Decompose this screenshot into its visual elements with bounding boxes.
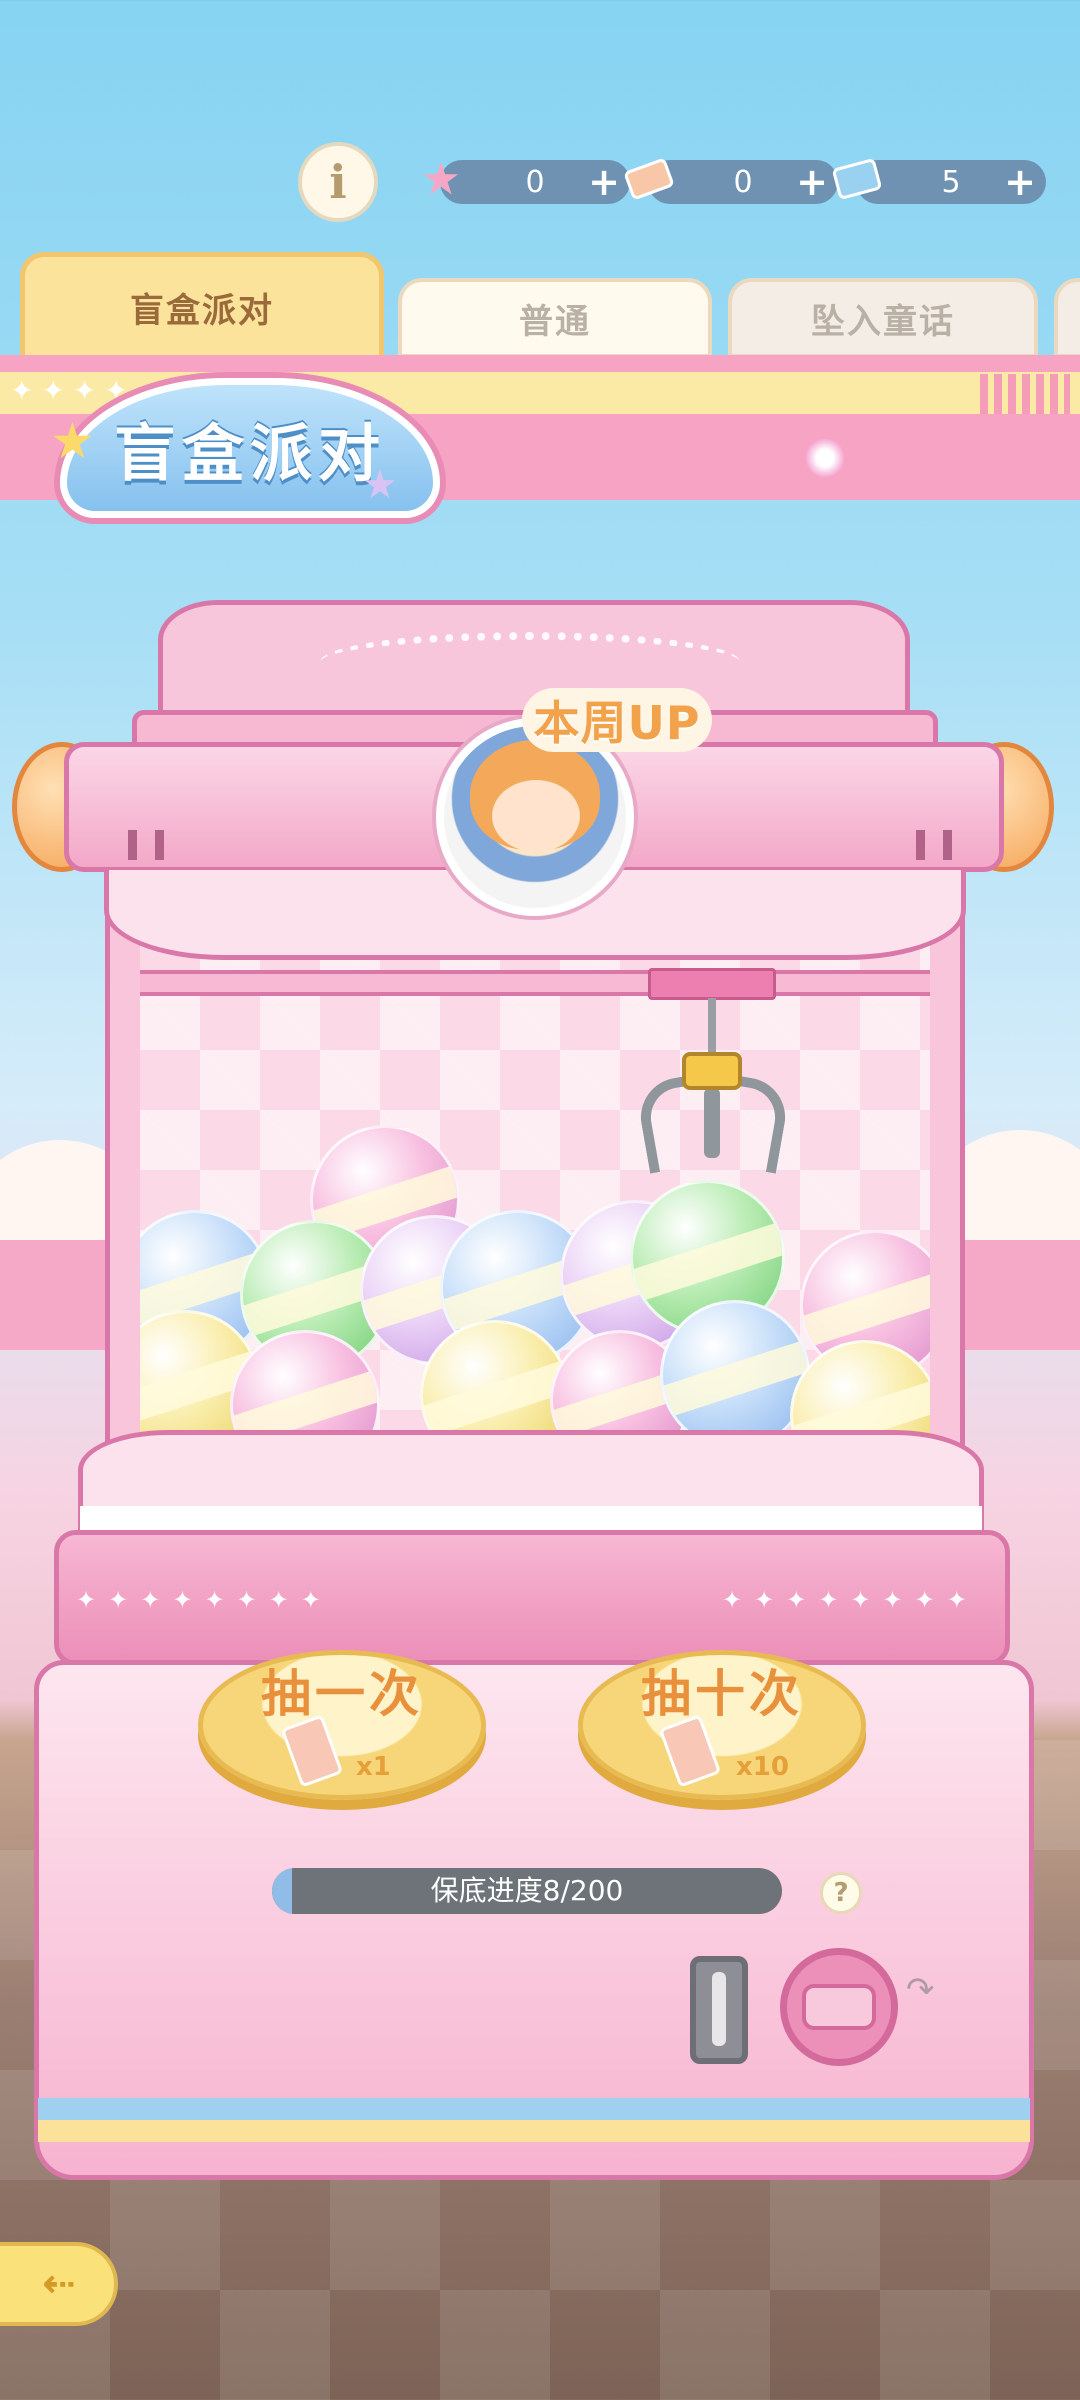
band-stars-decor: ✦✦✦✦✦✦✦✦ (76, 1586, 333, 1614)
pause-icon (916, 830, 952, 860)
draw-ten-cost: x10 (736, 1752, 789, 1782)
currency-amount: 5 (941, 164, 961, 200)
info-icon: i (329, 155, 347, 209)
counter-trim (80, 1506, 982, 1532)
banner-stripes-decor (980, 374, 1070, 414)
pink-ticket-icon (620, 150, 678, 208)
star-gem-icon: ★ (421, 153, 461, 205)
star-icon: ★ (50, 412, 95, 470)
tab-normal[interactable]: 普通 (398, 278, 712, 358)
band-stars-decor: ✦✦✦✦✦✦✦✦ (722, 1586, 979, 1614)
featured-character-face (492, 780, 580, 852)
coin-slot-opening (712, 1972, 726, 2046)
back-button[interactable]: ⇠ (0, 2242, 118, 2326)
back-arrow-icon: ⇠ (42, 2261, 76, 2307)
capsule-ball (660, 1300, 810, 1440)
pause-icon (128, 830, 164, 860)
tab-blind-box-party[interactable]: 盲盒派对 (20, 252, 384, 362)
weekly-up-badge: 本周UP (522, 688, 712, 752)
draw-once-cost: x1 (356, 1752, 391, 1782)
draw-ten-label[interactable]: 抽十次 (578, 1654, 866, 1723)
info-button[interactable]: i (298, 142, 378, 222)
tab-fall-into-fairytale[interactable]: 坠入童话 (728, 278, 1038, 358)
draw-once-label[interactable]: 抽一次 (198, 1654, 486, 1723)
base-stripe (38, 2120, 1030, 2142)
claw-arm-middle (704, 1088, 720, 1158)
currency-blue-card: 5 + (831, 157, 1046, 204)
rotate-arrow-icon: ↷ (906, 1970, 935, 2010)
star-icon: ★ (362, 462, 398, 508)
base-stripe (38, 2098, 1030, 2120)
currency-amount: 0 (525, 164, 545, 200)
crown-dots-decor (320, 632, 740, 692)
add-blue-card-button[interactable]: + (1004, 160, 1036, 204)
capsule-window (140, 930, 930, 1440)
add-pink-ticket-button[interactable]: + (796, 160, 828, 204)
add-star-gem-button[interactable]: + (588, 160, 620, 204)
currency-amount: 0 (733, 164, 753, 200)
blue-card-icon (828, 150, 886, 208)
claw-icon (682, 1052, 742, 1090)
claw-carriage (648, 968, 776, 1000)
pity-progress-text: 保底进度8/200 (430, 1874, 624, 1907)
capsule-ball (790, 1340, 930, 1440)
tab-more[interactable] (1054, 278, 1080, 358)
sparkle-icon (805, 438, 845, 478)
claw-rail (140, 970, 930, 996)
dial-handle (802, 1984, 876, 2030)
currency-star-gem: ★ 0 + (421, 154, 630, 205)
claw-rod (708, 998, 716, 1058)
pity-help-button[interactable]: ? (820, 1872, 862, 1914)
currency-pink-ticket: 0 + (623, 157, 838, 204)
